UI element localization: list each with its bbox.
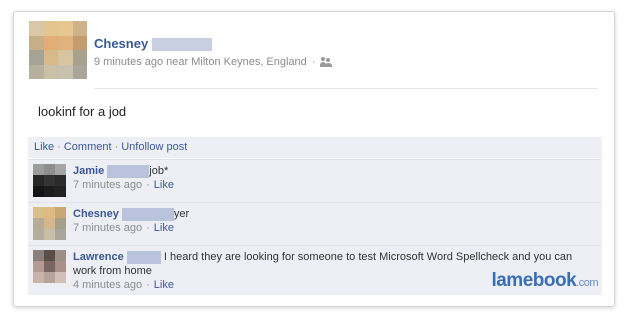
like-link[interactable]: Like <box>34 141 54 153</box>
commenter-avatar[interactable] <box>33 207 66 240</box>
post-time-location[interactable]: 9 minutes ago near Milton Keynes, Englan… <box>94 56 307 68</box>
comment-like-link[interactable]: Like <box>154 222 174 234</box>
meta-separator: · <box>146 179 150 191</box>
watermark-suffix: .com <box>576 277 598 289</box>
post-meta: 9 minutes ago near Milton Keynes, Englan… <box>94 56 333 68</box>
comment-time[interactable]: 7 minutes ago <box>73 222 142 234</box>
comment-author[interactable]: Lawrence <box>73 251 124 263</box>
author-avatar[interactable] <box>29 21 87 79</box>
post-author-line: Chesney <box>94 36 213 52</box>
unfollow-post-link[interactable]: Unfollow post <box>121 141 187 153</box>
post-actions-bar: Like · Comment · Unfollow post <box>28 137 602 158</box>
redacted-surname <box>152 38 213 52</box>
lamebook-watermark: lamebook.com <box>491 270 598 292</box>
comment-author[interactable]: Jamie <box>73 165 104 177</box>
friends-icon[interactable] <box>320 57 333 68</box>
comment-body: Jamie job* 7 minutes ago · Like <box>73 164 596 192</box>
redacted-surname <box>121 207 174 221</box>
action-separator: · <box>114 141 119 153</box>
comment-like-link[interactable]: Like <box>154 279 174 291</box>
redacted-surname <box>107 164 150 178</box>
redacted-surname <box>126 250 161 264</box>
meta-separator: · <box>146 222 150 234</box>
comment-item: Chesney yer 7 minutes ago · Like <box>28 202 602 245</box>
comment-body: Chesney yer 7 minutes ago · Like <box>73 207 596 235</box>
status-post-card: Chesney 9 minutes ago near Milton Keynes… <box>13 11 615 307</box>
action-separator: · <box>57 141 61 153</box>
comment-time[interactable]: 7 minutes ago <box>73 179 142 191</box>
header-divider <box>94 88 598 89</box>
commenter-avatar[interactable] <box>33 164 66 197</box>
watermark-main: lamebook <box>491 270 577 291</box>
comment-author[interactable]: Chesney <box>73 208 119 220</box>
meta-separator: · <box>146 279 150 291</box>
commenter-avatar[interactable] <box>33 250 66 283</box>
post-author-name[interactable]: Chesney <box>94 36 148 51</box>
meta-separator: · <box>311 56 316 68</box>
comment-text: yer <box>173 208 190 220</box>
comment-link[interactable]: Comment <box>64 141 112 153</box>
comment-text: job* <box>149 165 169 177</box>
status-text: lookinf for a jod <box>38 104 127 119</box>
comment-like-link[interactable]: Like <box>154 179 174 191</box>
comment-item: Jamie job* 7 minutes ago · Like <box>28 159 602 202</box>
comment-time[interactable]: 4 minutes ago <box>73 279 142 291</box>
